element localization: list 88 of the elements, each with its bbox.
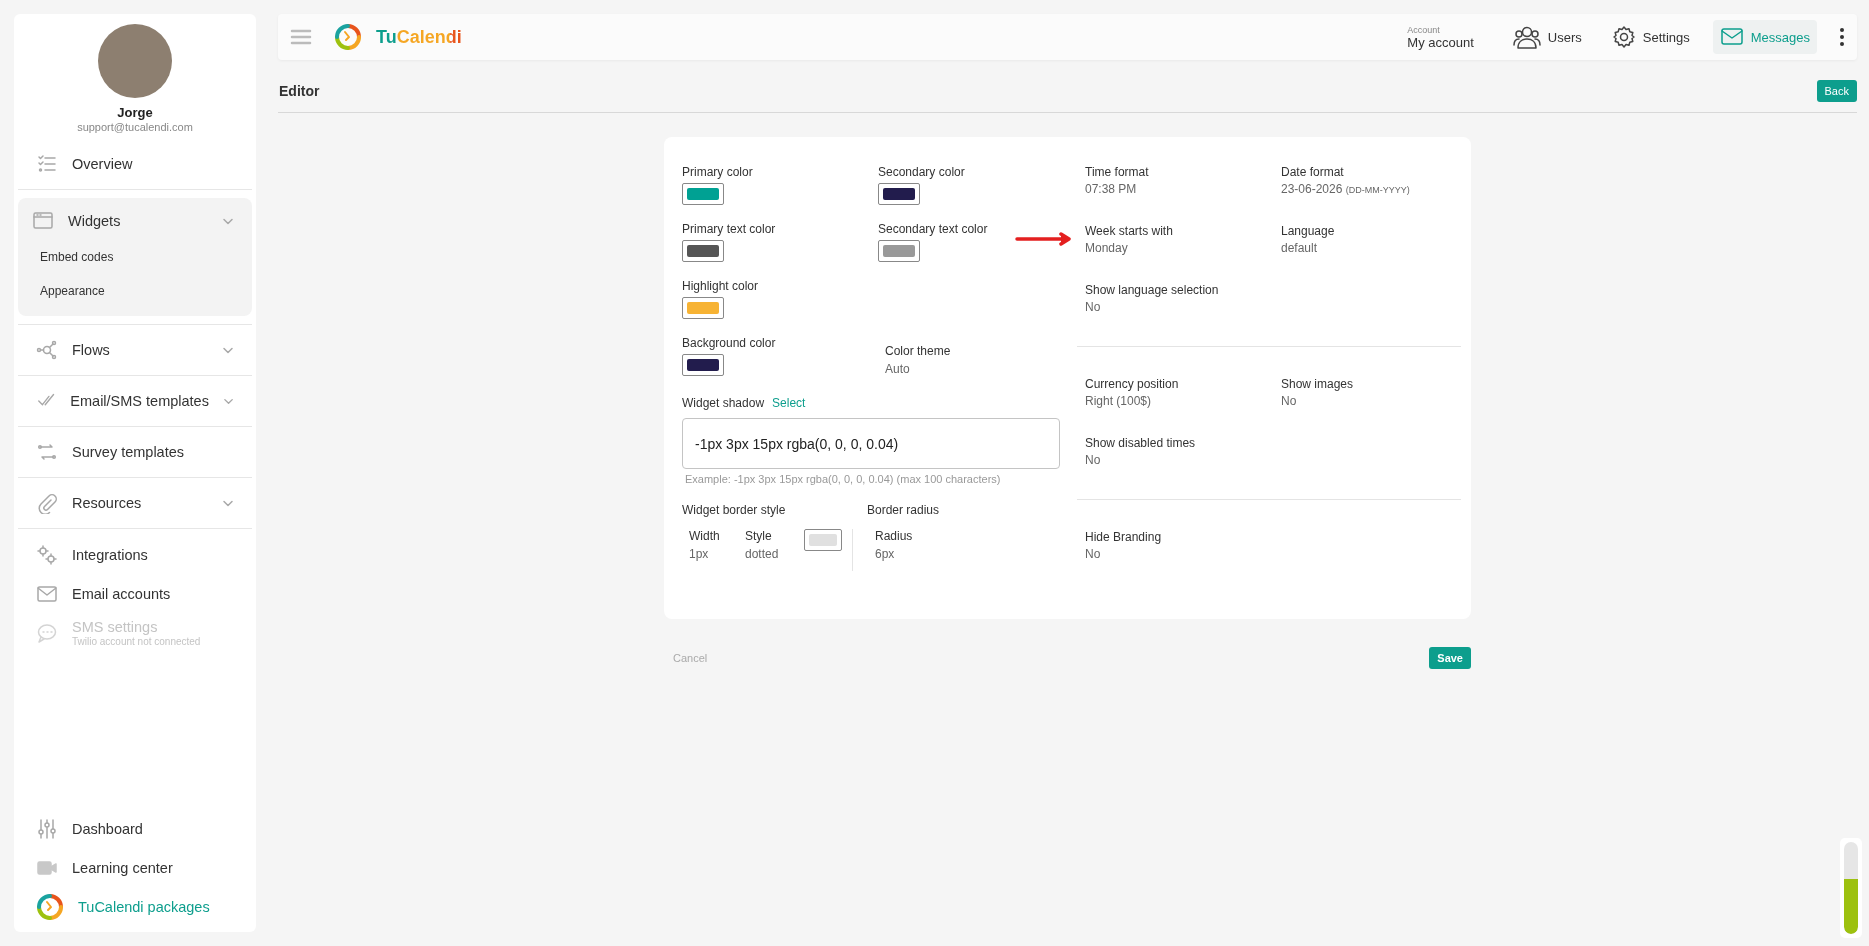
color-swatch[interactable] bbox=[682, 240, 724, 262]
more-options-icon[interactable] bbox=[1839, 27, 1845, 47]
setting-label: Date format bbox=[1281, 165, 1344, 179]
checklist-icon bbox=[36, 153, 58, 175]
save-button[interactable]: Save bbox=[1429, 647, 1471, 669]
submenu-item[interactable]: Embed codes bbox=[18, 240, 252, 274]
user-email: support@tucalendi.com bbox=[77, 121, 193, 133]
submenu-item[interactable]: Appearance bbox=[18, 274, 252, 308]
setting-label: Show images bbox=[1281, 377, 1354, 391]
format-hint: (DD-MM-YYYY) bbox=[1345, 185, 1410, 195]
account-label: Account bbox=[1407, 24, 1441, 35]
menu-item-label[interactable]: Integrations bbox=[72, 546, 148, 563]
field-label: Radius bbox=[875, 529, 913, 543]
back-button[interactable]: Back bbox=[1816, 80, 1857, 102]
menu-item-label[interactable]: Overview bbox=[72, 156, 234, 172]
field-label: Primary text color bbox=[682, 222, 776, 236]
settings-icon bbox=[1611, 25, 1636, 49]
user-name: Jorge bbox=[117, 105, 153, 120]
menu-icon[interactable] bbox=[290, 29, 312, 45]
nav-item[interactable]: Users bbox=[1505, 20, 1589, 54]
menu-group-label[interactable]: Widgets bbox=[68, 213, 208, 229]
field-label: Border radius bbox=[866, 503, 940, 517]
paperclip-icon bbox=[36, 492, 58, 514]
setting-label: Currency position bbox=[1085, 377, 1179, 391]
color-swatch[interactable] bbox=[804, 529, 842, 551]
chat-bubble-icon bbox=[36, 621, 58, 644]
shadow-input[interactable]: -1px 3px 15px rgba(0, 0, 0, 0.04) bbox=[682, 418, 1060, 469]
account-name[interactable]: My account bbox=[1407, 34, 1474, 50]
pointer-arrow-icon bbox=[1015, 232, 1073, 246]
sliders-icon bbox=[36, 817, 58, 840]
field-value[interactable]: Auto bbox=[885, 362, 1060, 376]
setting-value[interactable]: Right (100$) bbox=[1085, 394, 1152, 408]
help-text: Example: -1px 3px 15px rgba(0, 0, 0, 0.04) (max 100 characters) bbox=[685, 473, 1002, 485]
chevron-down-icon bbox=[222, 396, 234, 406]
field-label: Secondary color bbox=[878, 165, 965, 179]
setting-label: Show language selection bbox=[1085, 283, 1219, 297]
menu-group-label[interactable]: Email/SMS templates bbox=[70, 393, 209, 409]
menu-item-label[interactable]: Learning center bbox=[72, 859, 173, 876]
color-swatch[interactable] bbox=[878, 183, 920, 205]
select-link[interactable]: Select bbox=[772, 396, 806, 410]
color-swatch[interactable] bbox=[878, 240, 920, 262]
setting-value[interactable]: 23-06-2026 bbox=[1281, 182, 1343, 196]
menu-item-label[interactable]: Survey templates bbox=[72, 444, 234, 460]
field-label: Color theme bbox=[885, 344, 952, 358]
menu-group-label[interactable]: Flows bbox=[72, 342, 208, 358]
menu-group-label[interactable]: Resources bbox=[72, 495, 208, 511]
setting-value[interactable]: 07:38 PM bbox=[1085, 182, 1137, 196]
menu-item-label[interactable]: TuCalendi packages bbox=[78, 898, 210, 915]
menu-item-label[interactable]: Email accounts bbox=[72, 585, 171, 602]
setting-label: Week starts with bbox=[1085, 224, 1173, 238]
field-value[interactable]: 6px bbox=[875, 547, 895, 561]
field-label: Width bbox=[689, 529, 720, 543]
logo-icon bbox=[334, 23, 362, 51]
setting-value[interactable]: default bbox=[1281, 241, 1318, 255]
color-swatch[interactable] bbox=[682, 354, 724, 376]
network-nodes-icon bbox=[36, 339, 58, 361]
menu-item-label[interactable]: Dashboard bbox=[72, 820, 143, 837]
nav-item[interactable]: Settings bbox=[1604, 20, 1697, 54]
setting-label: Time format bbox=[1085, 165, 1149, 179]
menu-item-label: SMS settings bbox=[72, 618, 159, 635]
field-label: Background color bbox=[682, 336, 776, 350]
setting-label: Hide Branding bbox=[1085, 530, 1162, 544]
field-label: Widget border style bbox=[682, 503, 787, 517]
gears-icon bbox=[36, 543, 58, 566]
page-title: Editor bbox=[279, 83, 320, 99]
field-label: Highlight color bbox=[682, 279, 759, 293]
arrows-loop-icon bbox=[36, 441, 58, 463]
field-label: Style bbox=[745, 529, 772, 543]
field-value[interactable]: dotted bbox=[745, 547, 779, 561]
setting-label: Show disabled times bbox=[1085, 436, 1196, 450]
setting-label: Language bbox=[1281, 224, 1335, 238]
setting-value[interactable]: No bbox=[1085, 453, 1101, 467]
setting-value[interactable]: No bbox=[1085, 547, 1101, 561]
logo-icon bbox=[36, 892, 64, 921]
setting-value[interactable]: Monday bbox=[1085, 241, 1128, 255]
setting-value[interactable]: No bbox=[1281, 394, 1297, 408]
field-label: Secondary text color bbox=[878, 222, 988, 236]
field-value[interactable]: 1px bbox=[689, 547, 709, 561]
chevron-down-icon bbox=[222, 345, 234, 355]
browser-window-icon bbox=[32, 210, 54, 232]
setting-value[interactable]: No bbox=[1085, 300, 1101, 314]
chevron-down-icon bbox=[222, 498, 234, 508]
chevron-down-icon bbox=[222, 216, 234, 226]
field-label: Widget shadow bbox=[682, 396, 765, 410]
users-icon bbox=[1512, 24, 1541, 50]
field-label: Primary color bbox=[682, 165, 753, 179]
color-swatch[interactable] bbox=[682, 183, 724, 205]
color-swatch[interactable] bbox=[682, 297, 724, 319]
